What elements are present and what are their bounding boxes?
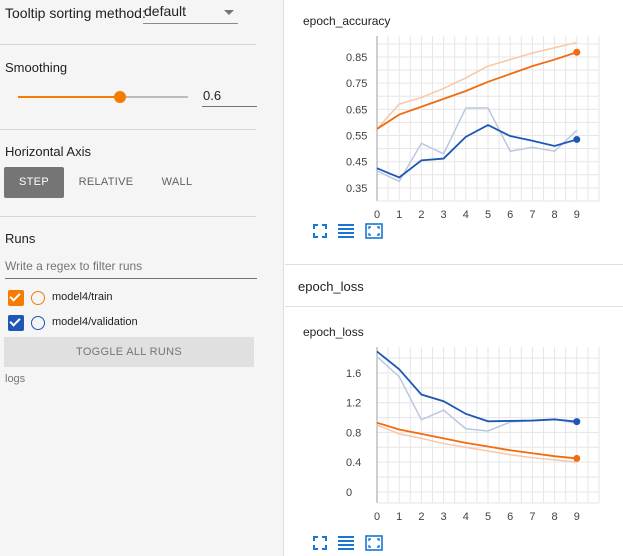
sidebar: Tooltip sorting method: default Smoothin… bbox=[0, 0, 284, 556]
run-checkbox-train[interactable] bbox=[8, 290, 24, 306]
expand-chart-icon[interactable] bbox=[365, 534, 383, 552]
x-tick-label: 0 bbox=[374, 209, 380, 221]
y-tick-label: 0.8 bbox=[346, 427, 361, 439]
tooltip-sorting-select[interactable]: default bbox=[143, 1, 238, 24]
run-color-circle-icon[interactable] bbox=[31, 291, 45, 305]
x-tick-label: 5 bbox=[485, 209, 491, 221]
y-tick-label: 0.85 bbox=[346, 52, 367, 64]
x-tick-label: 1 bbox=[396, 209, 402, 221]
series-last-point bbox=[573, 418, 581, 426]
x-tick-label: 6 bbox=[507, 209, 513, 221]
x-tick-label: 3 bbox=[441, 511, 447, 523]
divider bbox=[0, 216, 256, 217]
divider bbox=[0, 129, 256, 130]
group-header-label: epoch_loss bbox=[298, 279, 364, 294]
axis-relative-button[interactable]: RELATIVE bbox=[70, 167, 142, 198]
x-tick-label: 9 bbox=[574, 511, 580, 523]
x-tick-label: 0 bbox=[374, 511, 380, 523]
smoothing-input[interactable]: 0.6 bbox=[202, 85, 257, 107]
toggle-all-runs-button[interactable]: TOGGLE ALL RUNS bbox=[4, 337, 254, 367]
tooltip-sorting-value: default bbox=[144, 3, 187, 19]
group-header-epoch-loss[interactable]: epoch_loss bbox=[285, 264, 623, 307]
x-tick-label: 3 bbox=[441, 209, 447, 221]
axis-wall-button[interactable]: WALL bbox=[148, 167, 206, 198]
y-tick-label: 0.4 bbox=[346, 457, 361, 469]
y-tick-label: 1.2 bbox=[346, 398, 361, 410]
x-tick-label: 7 bbox=[529, 511, 535, 523]
accuracy-chart[interactable]: 0.35 0.45 0.55 0.65 0.75 0.85 0 1 2 3 4 5 6 7 8 9 bbox=[285, 28, 615, 224]
x-tick-label: 7 bbox=[529, 209, 535, 221]
y-tick-label: 1.6 bbox=[346, 368, 361, 380]
x-tick-label: 4 bbox=[463, 511, 469, 523]
horizontal-axis-title: Horizontal Axis bbox=[5, 144, 91, 159]
run-color-circle-icon[interactable] bbox=[31, 316, 45, 330]
run-label-train: model4/train bbox=[52, 291, 113, 303]
run-filter-input[interactable]: Write a regex to filter runs bbox=[5, 259, 257, 279]
series-last-point bbox=[573, 135, 581, 143]
x-tick-label: 8 bbox=[552, 511, 558, 523]
smoothing-title: Smoothing bbox=[5, 60, 68, 75]
y-tick-label: 0.75 bbox=[346, 78, 367, 90]
logs-dir-label: logs bbox=[5, 373, 26, 385]
x-tick-label: 5 bbox=[485, 511, 491, 523]
chart-title-loss: epoch_loss bbox=[303, 325, 364, 339]
axis-step-button[interactable]: STEP bbox=[4, 167, 64, 198]
chevron-down-icon bbox=[224, 10, 234, 15]
run-checkbox-validation[interactable] bbox=[8, 315, 24, 331]
fit-domain-icon[interactable] bbox=[311, 222, 329, 240]
tooltip-sorting-label: Tooltip sorting method: bbox=[5, 5, 146, 21]
y-tick-label: 0.45 bbox=[346, 157, 367, 169]
chart-title-accuracy: epoch_accuracy bbox=[303, 14, 391, 28]
x-tick-label: 9 bbox=[574, 209, 580, 221]
x-tick-label: 4 bbox=[463, 209, 469, 221]
divider bbox=[0, 44, 256, 45]
series-last-point bbox=[573, 454, 581, 462]
check-icon bbox=[9, 290, 21, 302]
x-tick-label: 8 bbox=[552, 209, 558, 221]
fit-domain-icon[interactable] bbox=[311, 534, 329, 552]
x-tick-label: 1 bbox=[396, 511, 402, 523]
y-tick-label: 0.55 bbox=[346, 131, 367, 143]
y-tick-label: 0.65 bbox=[346, 104, 367, 116]
x-tick-label: 2 bbox=[418, 511, 424, 523]
runs-title: Runs bbox=[5, 231, 36, 246]
check-icon bbox=[9, 315, 21, 327]
data-table-icon[interactable] bbox=[337, 534, 355, 552]
run-label-validation: model4/validation bbox=[52, 316, 138, 328]
y-tick-label: 0.35 bbox=[346, 183, 367, 195]
smoothing-slider-thumb[interactable] bbox=[114, 91, 126, 103]
data-table-icon[interactable] bbox=[337, 222, 355, 240]
x-tick-label: 2 bbox=[418, 209, 424, 221]
smoothing-slider[interactable] bbox=[18, 91, 188, 103]
series-last-point bbox=[573, 48, 581, 56]
expand-chart-icon[interactable] bbox=[365, 222, 383, 240]
x-tick-label: 6 bbox=[507, 511, 513, 523]
loss-chart[interactable]: 0 0.4 0.8 1.2 1.6 0 1 2 3 4 5 6 7 8 9 bbox=[285, 339, 615, 533]
y-tick-label: 0 bbox=[346, 487, 352, 499]
main-panel: epoch_accuracy 0.35 0.45 0.55 0.65 0.75 0.85 0… bbox=[285, 0, 623, 556]
smoothing-slider-fill bbox=[18, 96, 120, 98]
